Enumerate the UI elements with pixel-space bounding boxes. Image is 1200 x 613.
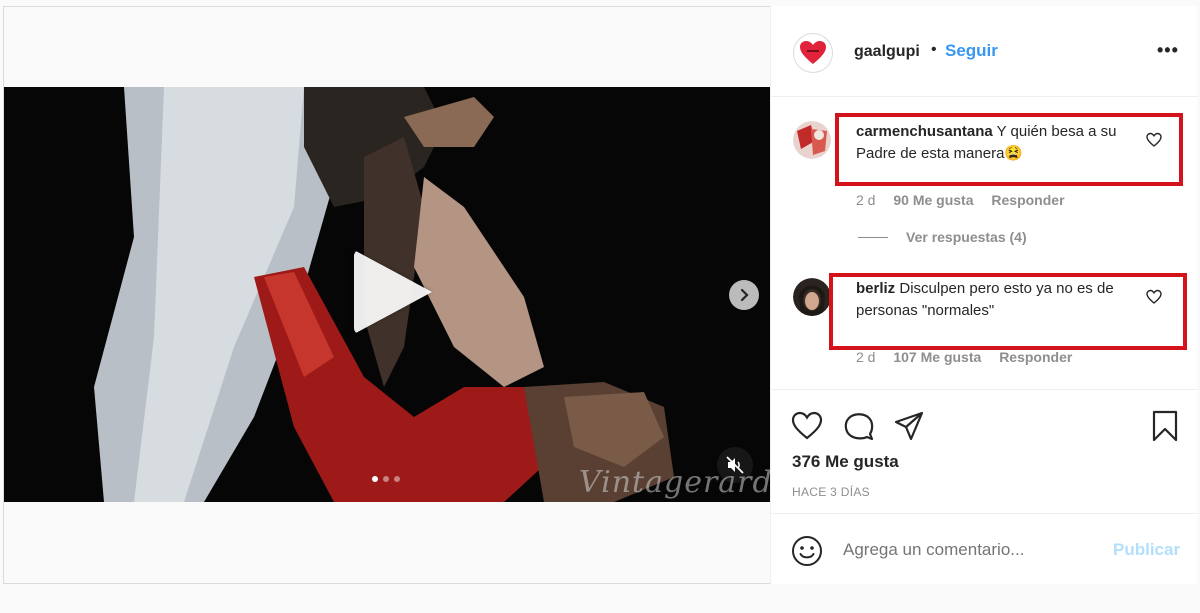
play-icon[interactable] [354,250,432,334]
comment-composer: Publicar [771,513,1198,584]
comment-meta: 2 d 107 Me gusta Responder [856,349,1086,365]
comment-likes[interactable]: 107 Me gusta [893,349,981,365]
likes-count[interactable]: 376 Me gusta [792,452,899,472]
post-video[interactable]: Vintagerard [4,87,770,502]
comment-age: 2 d [856,192,876,208]
save-bookmark-icon[interactable] [1149,410,1181,442]
comment-bubble-icon[interactable] [843,410,875,442]
chevron-right-icon [740,288,749,302]
highlight-box [829,273,1187,350]
reply-button[interactable]: Responder [999,349,1072,365]
avatar[interactable] [793,33,833,73]
carousel-dot [394,476,400,482]
comment-input[interactable] [843,540,1103,560]
separator-dot: • [931,41,937,58]
follow-button[interactable]: Seguir [945,41,998,61]
comment-age: 2 d [856,349,876,365]
post-author-username[interactable]: gaalgupi [854,43,920,61]
view-replies-button[interactable]: Ver respuestas (4) [858,229,1027,245]
highlight-box [835,113,1183,186]
post-sidebar: gaalgupi • Seguir ••• carmenchusantana Y… [770,6,1198,584]
post-actions: 376 Me gusta HACE 3 DÍAS [771,389,1198,529]
avatar[interactable] [793,278,831,316]
carousel-dot [372,476,378,482]
more-options-button[interactable]: ••• [1157,40,1179,61]
emoji-smiley-icon[interactable] [791,535,823,567]
view-replies-label: Ver respuestas (4) [906,229,1027,245]
carousel-dot [383,476,389,482]
next-slide-button[interactable] [729,280,759,310]
publish-button[interactable]: Publicar [1113,540,1180,560]
like-heart-icon[interactable] [791,410,823,442]
reply-button[interactable]: Responder [991,192,1064,208]
comment-meta: 2 d 90 Me gusta Responder [856,192,1079,208]
post-header: gaalgupi • Seguir ••• [771,6,1198,97]
heart-logo-icon [800,41,826,64]
video-watermark: Vintagerard [579,465,770,500]
avatar[interactable] [793,121,831,159]
comment-likes[interactable]: 90 Me gusta [893,192,973,208]
carousel-indicator [372,476,400,482]
replies-divider [858,236,888,238]
share-send-icon[interactable] [893,410,925,442]
post-timestamp: HACE 3 DÍAS [792,485,870,499]
